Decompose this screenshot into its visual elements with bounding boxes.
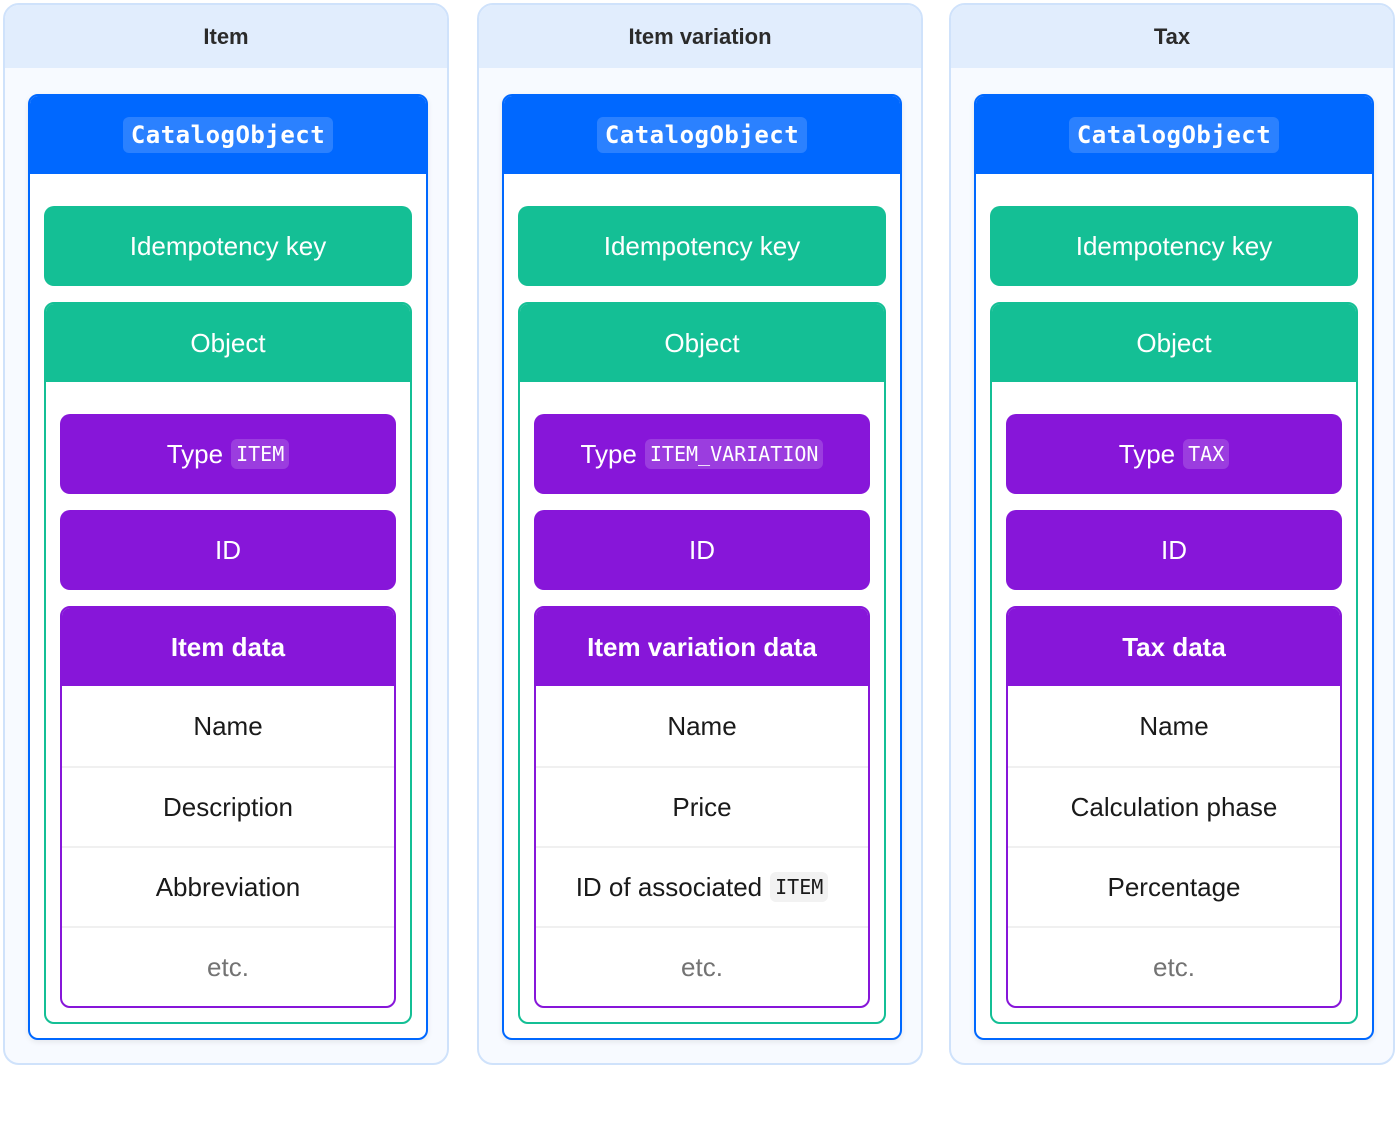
object-box: Object Type TAX ID Tax data Name Calculat… [990, 302, 1358, 1024]
data-row-label: Name [193, 710, 263, 741]
id-box: ID [534, 510, 870, 590]
data-row: Calculation phase [1008, 766, 1340, 846]
type-value: ITEM [231, 439, 290, 469]
type-label: Type [166, 438, 224, 469]
id-box: ID [60, 510, 396, 590]
data-row-label: Calculation phase [1070, 791, 1278, 822]
panel-title: Tax [951, 5, 1393, 68]
idempotency-key-box: Idempotency key [990, 206, 1358, 286]
data-row: etc. [536, 926, 868, 1006]
data-row: etc. [62, 926, 394, 1006]
object-box: Object Type ITEM ID Item data Name Descri… [44, 302, 412, 1024]
panel-title: Item variation [479, 5, 921, 68]
catalog-object-label: CatalogObject [596, 117, 808, 153]
catalog-object-header: CatalogObject [976, 96, 1372, 174]
type-label: Type [1118, 438, 1176, 469]
data-row-label: Name [667, 710, 737, 741]
data-row: ID of associated ITEM [536, 846, 868, 926]
data-row-label: Name [1139, 710, 1209, 741]
data-header: Tax data [1008, 608, 1340, 686]
type-value: ITEM_VARIATION [644, 439, 824, 469]
data-row-label: etc. [681, 951, 723, 982]
data-row-code: ITEM [770, 872, 829, 902]
data-row: Name [536, 686, 868, 766]
panel-title: Item [5, 5, 447, 68]
idempotency-key-box: Idempotency key [44, 206, 412, 286]
data-row: Percentage [1008, 846, 1340, 926]
catalog-object-header: CatalogObject [30, 96, 426, 174]
catalog-object-label: CatalogObject [122, 117, 334, 153]
data-header: Item data [62, 608, 394, 686]
id-box: ID [1006, 510, 1342, 590]
catalog-object-box: CatalogObject Idempotency key Object Typ… [502, 94, 902, 1040]
type-value: TAX [1183, 439, 1230, 469]
data-row-label: etc. [1153, 951, 1195, 982]
object-header: Object [992, 304, 1356, 382]
data-box: Item data Name Description Abbreviation etc… [60, 606, 396, 1008]
type-label: Type [580, 438, 637, 469]
data-rows: Name Description Abbreviation etc. [62, 686, 394, 1006]
data-box: Item variation data Name Price ID of assoc… [534, 606, 870, 1008]
data-row: Name [62, 686, 394, 766]
panel-item: Item CatalogObject Idempotency key Objec… [3, 3, 449, 1065]
catalog-object-header: CatalogObject [504, 96, 900, 174]
object-header: Object [46, 304, 410, 382]
type-box: Type ITEM_VARIATION [534, 414, 870, 494]
data-row: Description [62, 766, 394, 846]
type-box: Type ITEM [60, 414, 396, 494]
data-row-label: ID of associated [575, 871, 763, 902]
data-row-label: Price [672, 791, 732, 822]
data-row: Abbreviation [62, 846, 394, 926]
object-box: Object Type ITEM_VARIATION ID Item varia… [518, 302, 886, 1024]
panel-tax: Tax CatalogObject Idempotency key Object… [949, 3, 1395, 1065]
data-rows: Name Calculation phase Percentage etc. [1008, 686, 1340, 1006]
catalog-object-box: CatalogObject Idempotency key Object Typ… [974, 94, 1374, 1040]
data-header: Item variation data [536, 608, 868, 686]
data-rows: Name Price ID of associated ITEM etc. [536, 686, 868, 1006]
data-row: Name [1008, 686, 1340, 766]
data-row-label: Percentage [1107, 871, 1241, 902]
data-row: Price [536, 766, 868, 846]
data-row: etc. [1008, 926, 1340, 1006]
data-row-label: Abbreviation [155, 871, 301, 902]
data-row-label: Description [162, 791, 294, 822]
object-header: Object [520, 304, 884, 382]
data-box: Tax data Name Calculation phase Percentage… [1006, 606, 1342, 1008]
catalog-object-box: CatalogObject Idempotency key Object Typ… [28, 94, 428, 1040]
type-box: Type TAX [1006, 414, 1342, 494]
data-row-label: etc. [207, 951, 249, 982]
panel-item-variation: Item variation CatalogObject Idempotency… [477, 3, 923, 1065]
catalog-object-label: CatalogObject [1068, 117, 1280, 153]
idempotency-key-box: Idempotency key [518, 206, 886, 286]
